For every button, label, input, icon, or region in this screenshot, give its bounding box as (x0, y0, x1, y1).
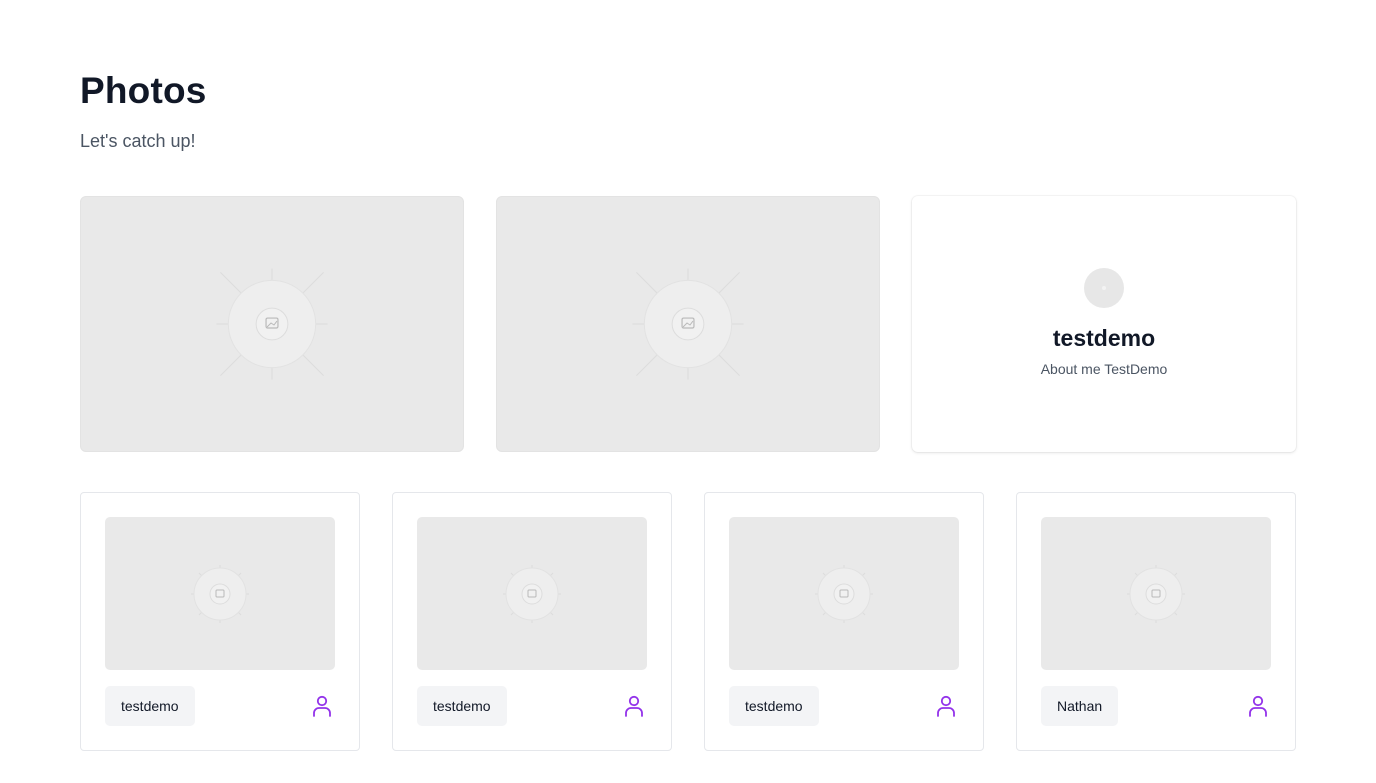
photo-thumbnail[interactable] (105, 517, 335, 670)
profile-card: testdemo About me TestDemo (912, 196, 1296, 452)
image-placeholder-icon (632, 268, 744, 380)
author-chip[interactable]: testdemo (729, 686, 819, 726)
image-placeholder-icon (503, 565, 561, 623)
photo-card: testdemo (392, 492, 672, 751)
author-chip[interactable]: testdemo (417, 686, 507, 726)
image-placeholder-icon (216, 268, 328, 380)
photo-card: testdemo (80, 492, 360, 751)
image-placeholder-icon (815, 565, 873, 623)
author-chip[interactable]: testdemo (105, 686, 195, 726)
photo-thumbnail[interactable] (417, 517, 647, 670)
user-icon[interactable] (1248, 695, 1268, 717)
featured-photo-1[interactable] (80, 196, 464, 452)
profile-about: About me TestDemo (1040, 361, 1168, 377)
image-placeholder-icon (191, 565, 249, 623)
user-icon[interactable] (936, 695, 956, 717)
photo-thumbnail[interactable] (729, 517, 959, 670)
page-subtitle: Let's catch up! (80, 131, 196, 151)
avatar[interactable] (1084, 268, 1124, 308)
profile-name: testdemo (1052, 325, 1156, 351)
photo-card: testdemo (704, 492, 984, 751)
photo-card: Nathan (1016, 492, 1296, 751)
author-chip[interactable]: Nathan (1041, 686, 1119, 726)
user-icon[interactable] (312, 695, 332, 717)
page-title: Photos (80, 70, 207, 111)
image-placeholder-icon (1127, 565, 1185, 623)
photo-thumbnail[interactable] (1041, 517, 1271, 670)
user-icon[interactable] (624, 695, 644, 717)
featured-photo-2[interactable] (496, 196, 880, 452)
